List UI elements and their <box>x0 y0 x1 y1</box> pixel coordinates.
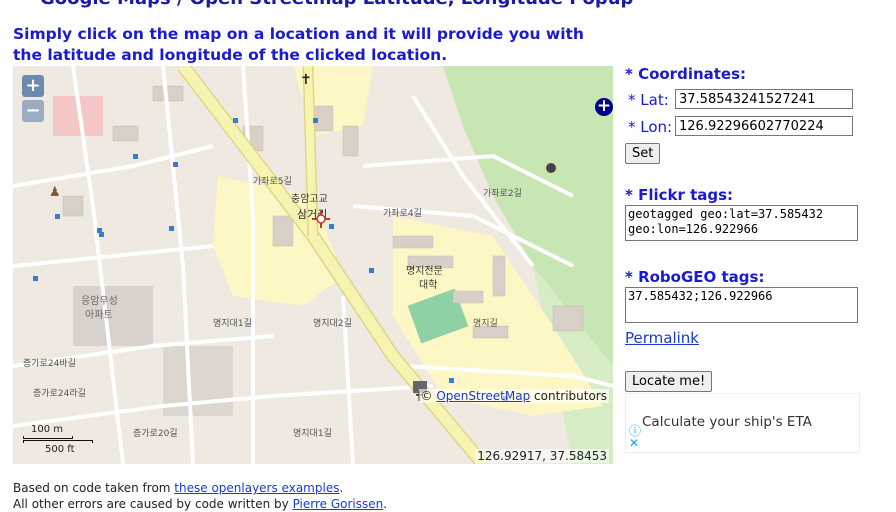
coordinates-heading: * Coordinates: <box>625 65 747 83</box>
footer: Based on code taken from these openlayer… <box>13 480 387 512</box>
robogeo-heading: * RoboGEO tags: <box>625 268 765 286</box>
svg-text:증가로20길: 증가로20길 <box>133 428 178 439</box>
svg-text:충암고교: 충암고교 <box>291 193 328 205</box>
scale-imperial-label: 500 ft <box>45 444 75 455</box>
flickr-heading: * Flickr tags: <box>625 186 734 204</box>
map-viewport[interactable]: 충암고교 삼거리 명지전문 대학 응암우성 아파트 가좌로5길 증가로24바길 … <box>13 66 613 464</box>
copyright-symbol: © <box>420 389 433 403</box>
ad-banner[interactable]: ⓘ ✕ Calculate your ship's ETA <box>625 393 860 453</box>
zoom-in-button[interactable]: + <box>22 75 44 97</box>
author-link[interactable]: Pierre Gorissen <box>293 497 384 511</box>
attribution-suffix: contributors <box>530 389 607 403</box>
footer-line-1: Based on code taken from these openlayer… <box>13 481 344 495</box>
svg-text:명지대1길: 명지대1길 <box>293 428 332 439</box>
svg-text:가좌로4길: 가좌로4길 <box>383 208 422 219</box>
svg-text:증가로24바길: 증가로24바길 <box>23 358 76 369</box>
svg-text:명지대1길: 명지대1길 <box>213 318 252 329</box>
lat-label: * Lat: <box>628 91 669 109</box>
lon-label: * Lon: <box>628 118 673 136</box>
flickr-tags-textarea[interactable]: geotagged geo:lat=37.585432 geo:lon=126.… <box>625 205 858 241</box>
robogeo-tags-textarea[interactable]: 37.585432;126.922966 <box>625 287 858 323</box>
svg-text:명지길: 명지길 <box>473 318 498 329</box>
mouse-position-readout: 126.92917, 37.58453 <box>475 449 609 463</box>
svg-text:가좌로5길: 가좌로5길 <box>253 176 292 187</box>
ad-text[interactable]: Calculate your ship's ETA <box>642 414 812 430</box>
svg-text:명지전문: 명지전문 <box>406 265 443 277</box>
svg-text:가좌로2길: 가좌로2길 <box>483 188 522 199</box>
openstreetmap-link[interactable]: OpenStreetMap <box>436 389 530 403</box>
layer-switcher-icon[interactable]: + <box>595 98 613 116</box>
map-tiles: 충암고교 삼거리 명지전문 대학 응암우성 아파트 가좌로5길 증가로24바길 … <box>13 66 613 464</box>
locate-me-button[interactable]: Locate me! <box>625 371 713 392</box>
lon-input[interactable] <box>675 116 853 136</box>
ad-close-icon[interactable]: ✕ <box>629 436 639 450</box>
scale-line: 100 m 500 ft <box>23 422 103 455</box>
zoom-out-button[interactable]: − <box>22 100 44 122</box>
permalink-link[interactable]: Permalink <box>625 329 699 347</box>
svg-text:✝: ✝ <box>300 72 312 88</box>
svg-text:아파트: 아파트 <box>85 309 113 321</box>
scale-metric-label: 100 m <box>31 424 64 435</box>
svg-text:증가로24라길: 증가로24라길 <box>33 388 86 399</box>
intro-text: Simply click on the map on a location an… <box>13 25 584 64</box>
footer-line-2: All other errors are caused by code writ… <box>13 497 388 511</box>
svg-text:명지대2길: 명지대2길 <box>313 318 352 329</box>
lat-input[interactable] <box>675 89 853 109</box>
svg-text:대학: 대학 <box>419 279 437 291</box>
svg-text:♟: ♟ <box>49 185 61 200</box>
page-title: Google Maps / Open Streetmap Latitude, L… <box>40 0 633 9</box>
svg-text:응암우성: 응암우성 <box>81 295 118 307</box>
set-button[interactable]: Set <box>625 143 661 164</box>
map-attribution: © OpenStreetMap contributors <box>418 389 609 403</box>
openlayers-examples-link[interactable]: these openlayers examples <box>174 481 339 495</box>
